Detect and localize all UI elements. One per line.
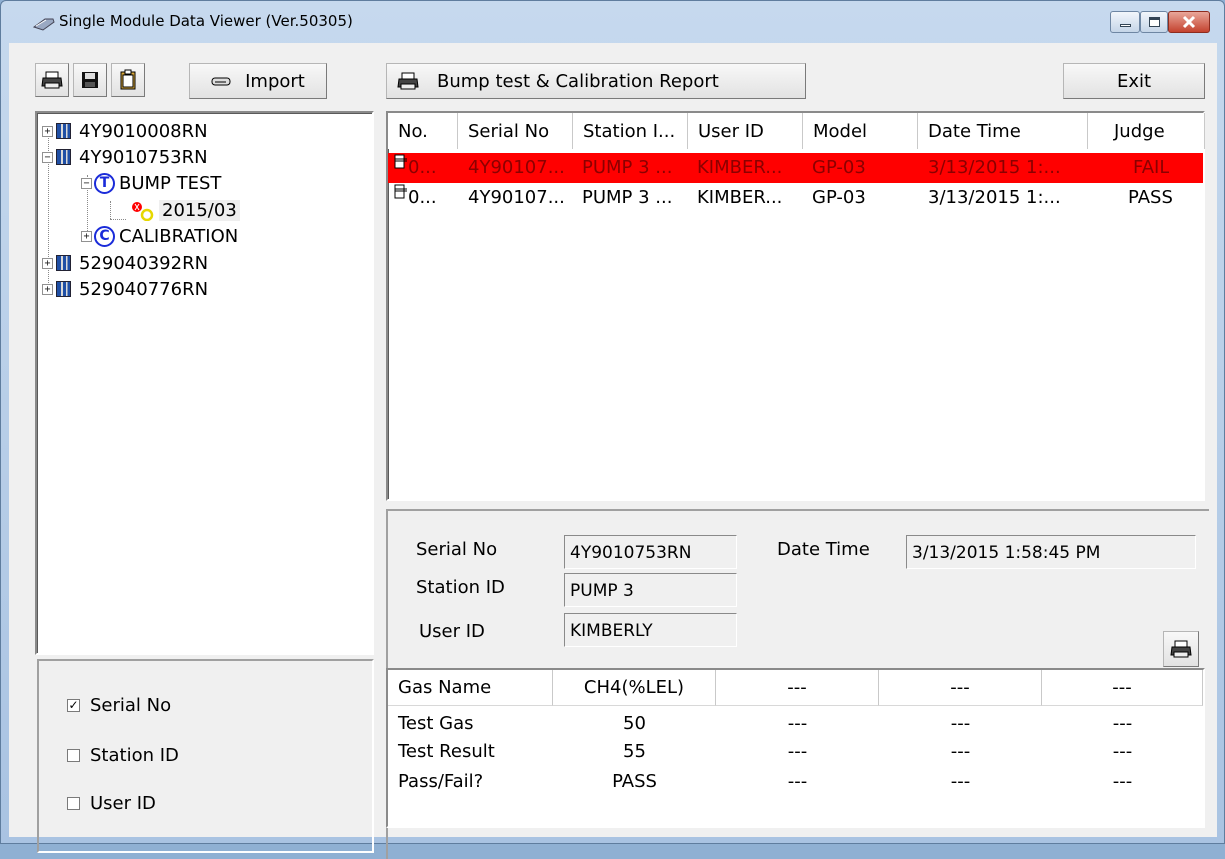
tree-node-calibration[interactable]: + C CALIBRATION: [81, 223, 238, 249]
column-header-model[interactable]: Model: [803, 113, 918, 149]
module-icon: [56, 255, 71, 271]
table-row[interactable]: 0... 4Y90107... PUMP 3 ... KIMBER... GP-…: [388, 183, 1203, 213]
checkbox-icon: [67, 749, 80, 762]
app-window: Single Module Data Viewer (Ver.50305) Im…: [0, 0, 1225, 859]
floppy-disk-icon: [82, 72, 98, 88]
column-header-no[interactable]: No.: [388, 113, 458, 149]
expand-icon[interactable]: +: [42, 283, 53, 295]
filter-group: ✓ Serial No Station ID User ID: [37, 659, 374, 853]
module-icon: [56, 149, 71, 165]
print-button[interactable]: [35, 63, 69, 97]
expand-icon[interactable]: +: [81, 230, 92, 242]
date-time-field: 3/13/2015 1:58:45 PM: [906, 535, 1196, 569]
user-id-checkbox[interactable]: User ID: [67, 793, 156, 814]
printer-icon: [41, 71, 63, 89]
column-header-serial[interactable]: Serial No: [458, 113, 573, 149]
gas-header[interactable]: ---: [716, 670, 879, 706]
title-bar[interactable]: Single Module Data Viewer (Ver.50305): [1, 1, 1224, 43]
module-tree[interactable]: + 4Y9010008RN − 4Y9010753RN − T BUMP TES…: [35, 111, 374, 655]
table-row-fail[interactable]: 0... 4Y90107... PUMP 3 ... KIMBER... GP-…: [388, 153, 1203, 183]
close-icon: [1182, 15, 1196, 29]
record-icon: [394, 184, 407, 199]
serial-no-checkbox[interactable]: ✓ Serial No: [67, 695, 171, 716]
station-id-label: Station ID: [416, 577, 505, 598]
tree-node[interactable]: + 4Y9010008RN: [42, 118, 208, 144]
app-icon: [33, 18, 55, 31]
tree-node[interactable]: + 529040776RN: [42, 276, 208, 302]
expand-icon[interactable]: +: [42, 257, 53, 269]
import-label: Import: [245, 70, 305, 92]
user-id-label: User ID: [419, 621, 485, 642]
window-title: Single Module Data Viewer (Ver.50305): [59, 12, 353, 30]
column-header-judge[interactable]: Judge: [1088, 113, 1205, 149]
record-icon: [394, 154, 407, 169]
close-button[interactable]: [1168, 11, 1210, 33]
gas-row: Test Result 55 --- --- ---: [398, 741, 1133, 762]
gas-row: Pass/Fail? PASS --- --- ---: [398, 771, 1133, 792]
module-icon: [56, 281, 71, 297]
checkbox-checked-icon: ✓: [67, 698, 80, 712]
calibration-icon: C: [94, 225, 115, 247]
column-header-datetime[interactable]: Date Time: [918, 113, 1088, 149]
gas-table: Gas Name CH4(%LEL) --- --- --- Test Gas …: [386, 668, 1205, 828]
collapse-icon[interactable]: −: [81, 177, 92, 189]
station-id-field: PUMP 3: [564, 573, 737, 607]
tree-node-bump-test[interactable]: − T BUMP TEST: [81, 170, 221, 196]
tree-node[interactable]: − 4Y9010753RN: [42, 144, 208, 170]
exit-button[interactable]: Exit: [1063, 63, 1205, 99]
save-button[interactable]: [73, 63, 107, 97]
report-label: Bump test & Calibration Report: [437, 70, 719, 92]
gas-header[interactable]: CH4(%LEL): [553, 670, 716, 706]
report-button[interactable]: Bump test & Calibration Report: [386, 63, 806, 99]
minimize-button[interactable]: [1110, 11, 1140, 33]
bump-test-icon: T: [94, 172, 115, 194]
clipboard-button[interactable]: [111, 63, 145, 97]
print-detail-button[interactable]: [1163, 631, 1199, 667]
status-dots-icon: [132, 202, 154, 221]
collapse-icon[interactable]: −: [42, 151, 53, 163]
date-time-label: Date Time: [777, 539, 870, 560]
gas-header[interactable]: ---: [1042, 670, 1203, 706]
tree-node-date[interactable]: 2015/03: [127, 197, 240, 223]
record-list[interactable]: No. Serial No Station I... User ID Model…: [386, 111, 1205, 501]
tree-node[interactable]: + 529040392RN: [42, 250, 208, 276]
checkbox-icon: [67, 797, 80, 810]
module-icon: [56, 123, 71, 139]
minimize-icon: [1120, 24, 1131, 27]
gas-row: Test Gas 50 --- --- ---: [398, 713, 1133, 734]
expand-icon[interactable]: +: [42, 125, 53, 137]
client-area: Import Bump test & Calibration Report Ex…: [9, 43, 1217, 859]
station-id-checkbox[interactable]: Station ID: [67, 745, 179, 766]
printer-icon: [397, 72, 419, 90]
column-header-user[interactable]: User ID: [688, 113, 803, 149]
exit-label: Exit: [1116, 70, 1152, 92]
column-header-station[interactable]: Station I...: [573, 113, 688, 149]
clipboard-icon: [120, 69, 136, 90]
user-id-field: KIMBERLY: [564, 613, 737, 647]
printer-icon: [1170, 640, 1192, 658]
serial-no-field: 4Y9010753RN: [564, 535, 737, 569]
gas-header[interactable]: Gas Name: [388, 670, 553, 706]
gas-header[interactable]: ---: [879, 670, 1042, 706]
import-button[interactable]: Import: [189, 63, 327, 99]
maximize-button[interactable]: [1140, 11, 1168, 33]
maximize-icon: [1149, 17, 1160, 27]
serial-no-label: Serial No: [416, 539, 498, 560]
drive-icon: [211, 77, 231, 86]
